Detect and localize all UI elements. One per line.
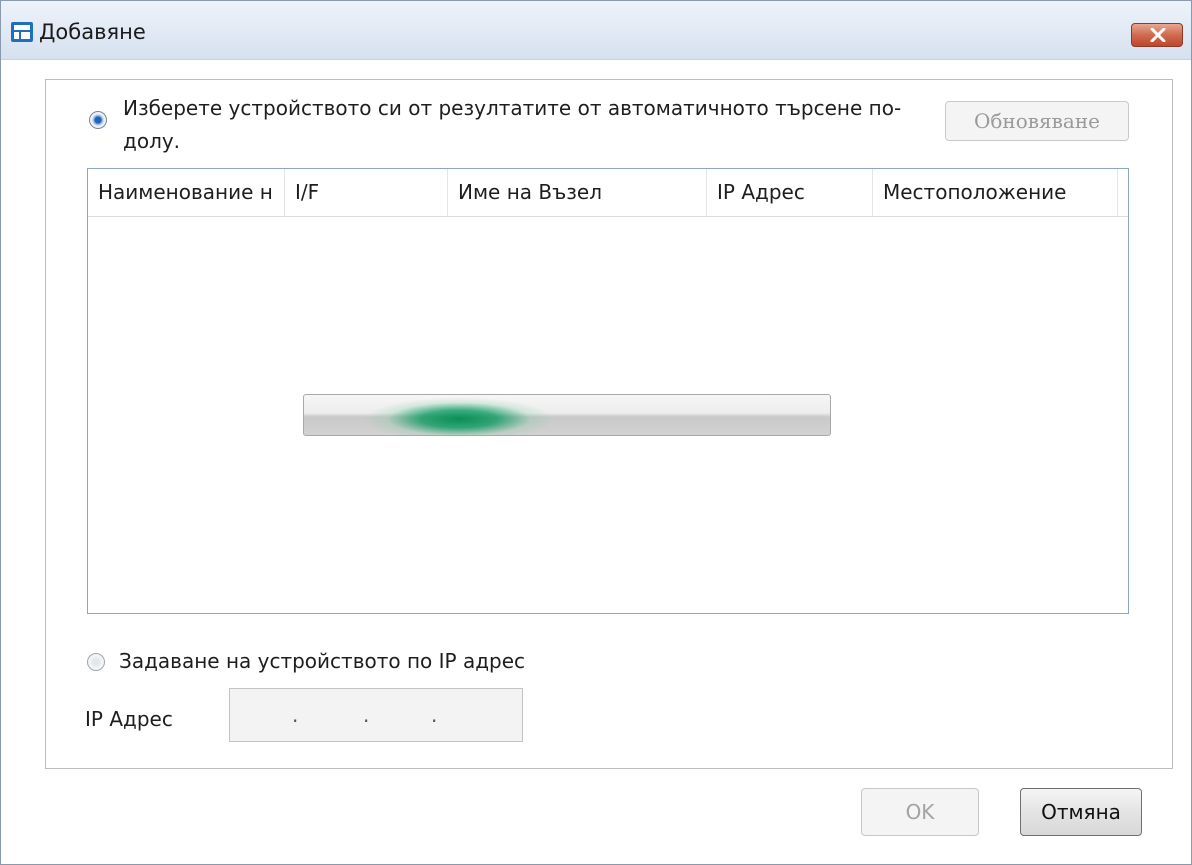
column-header-ip-address[interactable]: IP Адрес: [707, 169, 873, 216]
auto-search-radio[interactable]: [89, 111, 107, 129]
ok-button[interactable]: OK: [861, 788, 979, 836]
ip-address-label: IP Адрес: [85, 707, 173, 731]
column-header-name[interactable]: Наименование н: [88, 169, 285, 216]
close-button[interactable]: [1131, 23, 1183, 47]
add-device-dialog: Добавяне Изберете устройството си от рез…: [0, 0, 1192, 865]
ip-separator: .: [363, 703, 370, 727]
ip-address-field[interactable]: . . .: [229, 688, 523, 742]
manual-ip-radio[interactable]: [87, 653, 105, 671]
device-list[interactable]: Наименование н I/F Име на Възел IP Адрес…: [87, 168, 1129, 614]
auto-search-label-line2: долу.: [123, 129, 181, 153]
refresh-button[interactable]: Обновяване: [945, 101, 1129, 141]
device-list-header: Наименование н I/F Име на Възел IP Адрес…: [88, 169, 1128, 217]
manual-ip-label: Задаване на устройството по IP адрес: [119, 649, 526, 673]
column-header-if[interactable]: I/F: [285, 169, 448, 216]
progress-indicator: [364, 395, 554, 435]
search-progress-bar: [303, 394, 831, 436]
column-header-node-name[interactable]: Име на Възел: [448, 169, 707, 216]
ip-separator: .: [292, 703, 299, 727]
ip-separator: .: [431, 703, 438, 727]
cancel-button[interactable]: Отмяна: [1020, 788, 1142, 836]
printer-icon: [11, 22, 33, 42]
auto-search-label-line1: Изберете устройството си от резултатите …: [123, 96, 902, 120]
window-title: Добавяне: [39, 20, 146, 44]
title-bar: Добавяне: [1, 1, 1191, 60]
column-header-location[interactable]: Местоположение: [873, 169, 1118, 216]
close-icon: [1150, 28, 1166, 42]
